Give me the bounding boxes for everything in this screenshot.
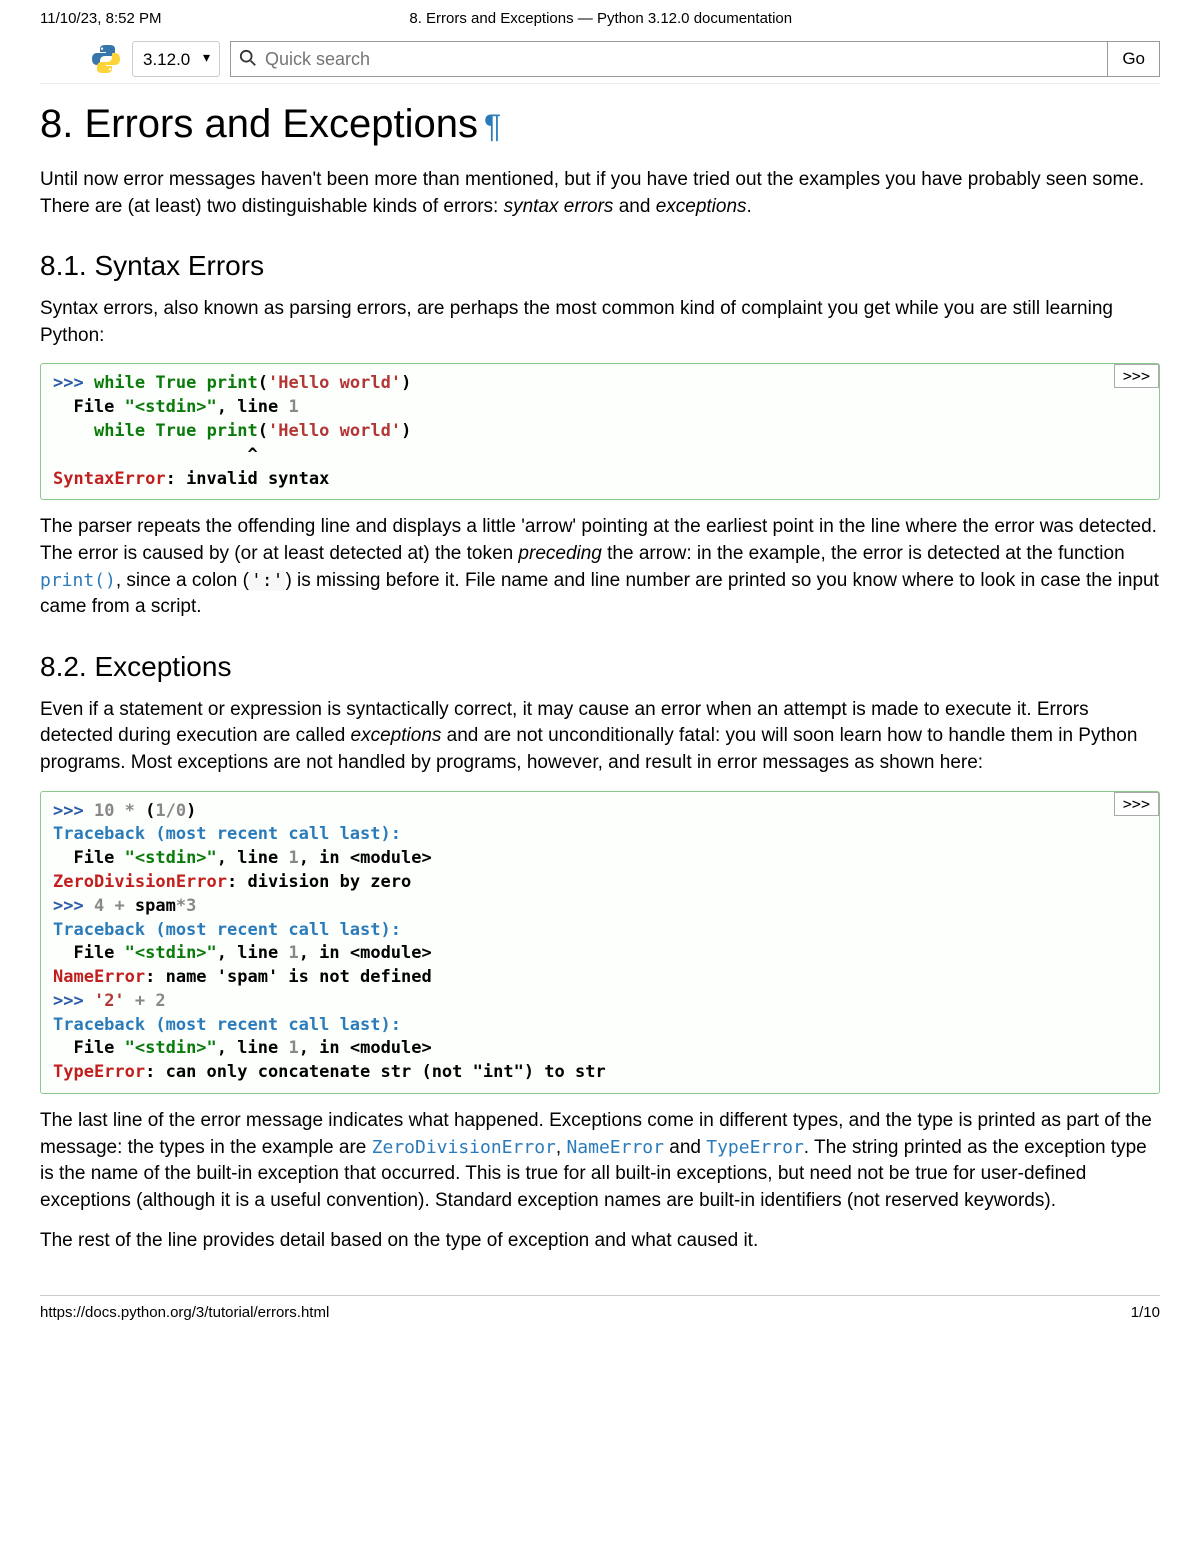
exceptions-explanation: The last line of the error message indic… xyxy=(40,1108,1160,1214)
print-reference[interactable]: print() xyxy=(40,570,116,591)
toolbar: 3.12.0 Go xyxy=(40,35,1160,84)
permalink-icon[interactable]: ¶ xyxy=(484,108,501,144)
nameerror-link[interactable]: NameError xyxy=(566,1137,664,1158)
version-select[interactable]: 3.12.0 xyxy=(132,41,220,77)
zerodivisionerror-link[interactable]: ZeroDivisionError xyxy=(372,1137,556,1158)
print-title: 8. Errors and Exceptions — Python 3.12.0… xyxy=(409,10,792,27)
section-syntax-errors: 8.1. Syntax Errors xyxy=(40,250,1160,282)
footer-url: https://docs.python.org/3/tutorial/error… xyxy=(40,1304,329,1321)
search-input[interactable] xyxy=(231,42,1107,76)
copy-prompts-button[interactable]: >>> xyxy=(1114,792,1159,816)
print-header: 11/10/23, 8:52 PM 8. Errors and Exceptio… xyxy=(40,0,1160,35)
syntax-intro: Syntax errors, also known as parsing err… xyxy=(40,296,1160,349)
copy-prompts-button[interactable]: >>> xyxy=(1114,364,1159,388)
python-logo-icon xyxy=(90,43,122,75)
exceptions-intro: Even if a statement or expression is syn… xyxy=(40,697,1160,777)
search-go-button[interactable]: Go xyxy=(1107,42,1159,76)
exceptions-detail-note: The rest of the line provides detail bas… xyxy=(40,1228,1160,1255)
section-exceptions: 8.2. Exceptions xyxy=(40,651,1160,683)
code-block-exceptions: >>> >>> 10 * (1/0) Traceback (most recen… xyxy=(40,791,1160,1095)
typeerror-link[interactable]: TypeError xyxy=(706,1137,804,1158)
print-footer: https://docs.python.org/3/tutorial/error… xyxy=(40,1295,1160,1321)
code-block-syntax-error: >>> >>> while True print('Hello world') … xyxy=(40,363,1160,500)
print-datetime: 11/10/23, 8:52 PM xyxy=(40,10,161,27)
search-form: Go xyxy=(230,41,1160,77)
intro-paragraph: Until now error messages haven't been mo… xyxy=(40,167,1160,220)
syntax-explanation: The parser repeats the offending line an… xyxy=(40,514,1160,620)
page-title: 8. Errors and Exceptions¶ xyxy=(40,102,1160,147)
footer-page: 1/10 xyxy=(1131,1304,1160,1321)
